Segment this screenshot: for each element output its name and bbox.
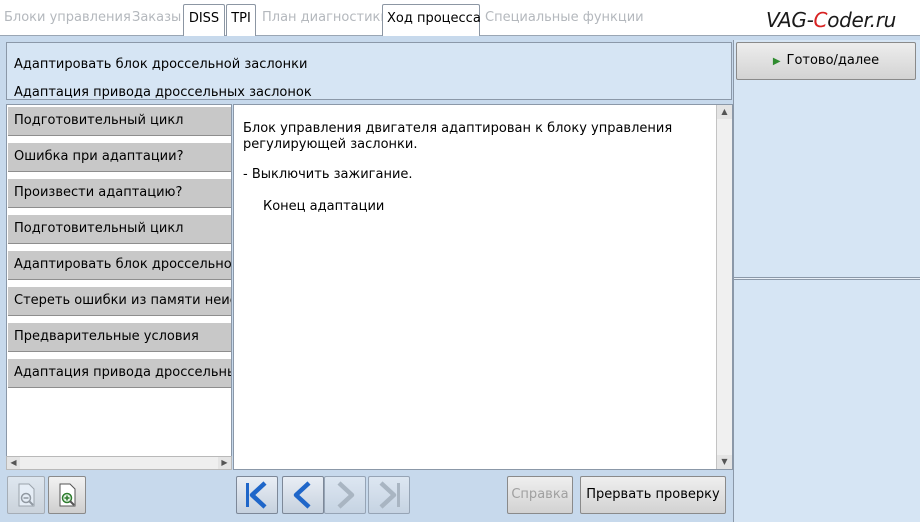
tab-orders[interactable]: Заказы: [128, 4, 182, 36]
step-item[interactable]: Предварительные условия: [8, 322, 231, 352]
first-step-button[interactable]: [236, 476, 278, 514]
tab-bar: Блоки управления Заказы DISS TPI План ди…: [0, 0, 920, 37]
previous-step-button[interactable]: [282, 476, 324, 514]
help-button[interactable]: Справка: [507, 476, 573, 514]
tab-diagnostic-plan[interactable]: План диагностики: [258, 4, 389, 36]
zoom-in-document-button[interactable]: [48, 476, 86, 514]
tab-special-functions[interactable]: Специальные функции: [481, 4, 644, 36]
step-list-hscrollbar[interactable]: ◀ ▶: [6, 456, 232, 470]
step-item[interactable]: Подготовительный цикл: [8, 106, 231, 136]
message-text-end: Конец адаптации: [263, 199, 385, 214]
scroll-down-icon[interactable]: ▼: [717, 455, 732, 469]
message-vscrollbar[interactable]: ▲ ▼: [716, 105, 732, 469]
message-text-adapted: Блок управления двигателя адаптирован к …: [243, 121, 673, 152]
procedure-title: Адаптировать блок дроссельной заслонки: [14, 57, 308, 72]
abort-test-button[interactable]: Прервать проверку: [580, 476, 726, 514]
zoom-in-document-icon: [59, 483, 76, 507]
tab-tpi[interactable]: TPI: [226, 4, 256, 37]
step-item[interactable]: Адаптировать блок дроссельной заслонки: [8, 250, 231, 280]
message-text-ignition: - Выключить зажигание.: [243, 167, 413, 182]
chevron-left-icon: [293, 481, 311, 509]
step-item[interactable]: Произвести адаптацию?: [8, 178, 231, 208]
brand-watermark: VAG-Coder.ru: [766, 8, 896, 32]
step-item[interactable]: Стереть ошибки из памяти неисправностей: [8, 286, 231, 316]
scroll-right-icon[interactable]: ▶: [218, 457, 231, 469]
tab-process[interactable]: Ход процесса: [382, 4, 481, 37]
right-action-column: ▶ Готово/далее: [733, 40, 920, 522]
step-item[interactable]: Подготовительный цикл: [8, 214, 231, 244]
step-item[interactable]: Ошибка при адаптации?: [8, 142, 231, 172]
message-panel: Блок управления двигателя адаптирован к …: [233, 104, 733, 470]
play-icon: ▶: [772, 56, 781, 67]
last-step-button[interactable]: [368, 476, 410, 514]
header-panel: Адаптировать блок дроссельной заслонки А…: [6, 42, 732, 100]
zoom-out-document-icon: [18, 483, 35, 507]
ready-next-button[interactable]: ▶ Готово/далее: [736, 42, 916, 80]
tab-diss[interactable]: DISS: [183, 4, 225, 37]
tab-control-units[interactable]: Блоки управления: [0, 4, 131, 36]
skip-to-last-icon: [379, 481, 400, 509]
step-list: Подготовительный цикл Ошибка при адаптац…: [6, 104, 232, 470]
step-item[interactable]: Адаптация привода дроссельных заслонок: [8, 358, 231, 388]
zoom-out-document-button[interactable]: [7, 476, 45, 514]
scroll-left-icon[interactable]: ◀: [7, 457, 20, 469]
next-step-button[interactable]: [324, 476, 366, 514]
right-column-divider: [734, 277, 920, 280]
skip-to-first-icon: [246, 481, 267, 509]
scroll-up-icon[interactable]: ▲: [717, 105, 732, 119]
procedure-subtitle: Адаптация привода дроссельных заслонок: [14, 85, 312, 100]
chevron-right-icon: [337, 481, 355, 509]
